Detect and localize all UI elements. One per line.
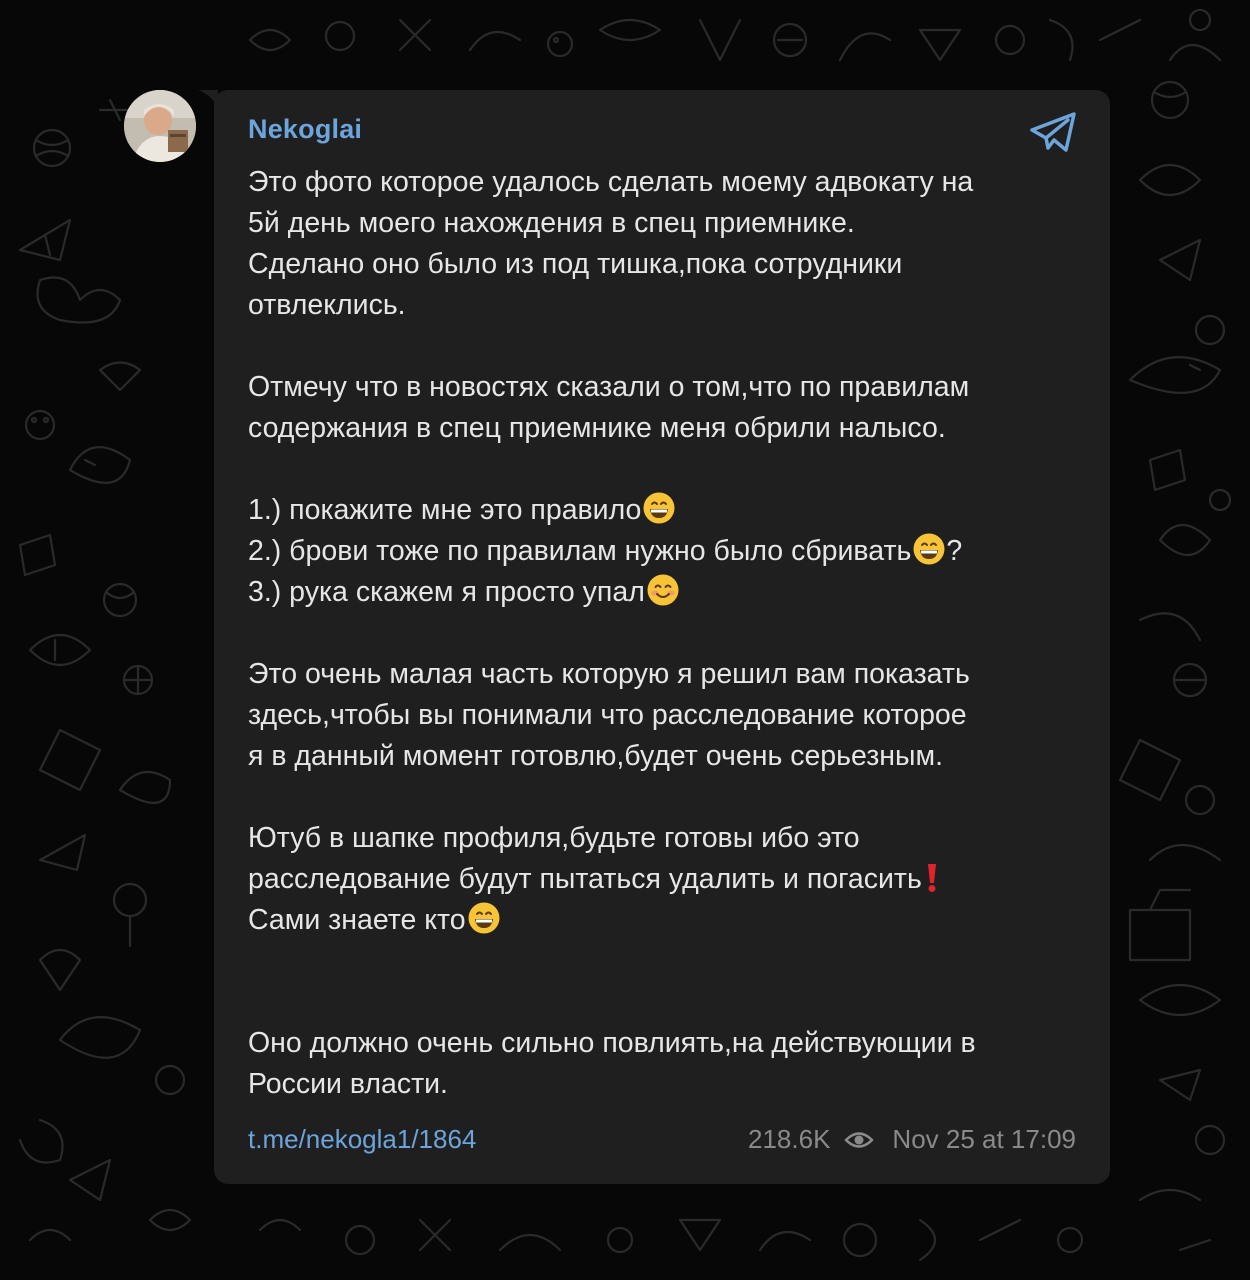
grinning-face-emoji-icon (642, 491, 676, 525)
message-line: Это фото которое удалось сделать моему а… (248, 166, 974, 198)
message-line-text: расследование будут пытаться удалить и п… (248, 863, 922, 895)
list-item-suffix: ? (946, 535, 963, 567)
message-line: здесь,чтобы вы понимали что расследовани… (248, 699, 967, 731)
message-footer: t.me/nekogla1/1864 218.6K Nov 25 at 17:0… (248, 1124, 1076, 1158)
list-item: 3.) рука скажем я просто упал (248, 572, 1088, 613)
message-line: Оно должно очень сильно повлиять,на дейс… (248, 1027, 976, 1059)
list-item-text: 2.) брови тоже по правилам нужно было сб… (248, 535, 912, 567)
message-meta: 218.6K Nov 25 at 17:09 (748, 1124, 1076, 1155)
message-line: расследование будут пытаться удалить и п… (248, 859, 1088, 900)
list-item-text: 3.) рука скажем я просто упал (248, 576, 645, 608)
message-line: 5й день моего нахождения в спец приемник… (248, 207, 855, 239)
view-count: 218.6K (748, 1124, 831, 1154)
post-link[interactable]: t.me/nekogla1/1864 (248, 1124, 476, 1155)
message-line-text: Сами знаете кто (248, 904, 466, 936)
grinning-face-emoji-icon (467, 901, 501, 935)
channel-name[interactable]: Nekoglai (248, 114, 362, 145)
message-text: Это фото которое удалось сделать моему а… (248, 162, 1088, 1105)
list-item-text: 1.) покажите мне это правило (248, 494, 642, 526)
message-line: Сами знаете кто (248, 900, 1088, 941)
list-item: 2.) брови тоже по правилам нужно было сб… (248, 531, 1088, 572)
channel-avatar[interactable] (124, 90, 196, 162)
message-line: Это очень малая часть которую я решил ва… (248, 658, 970, 690)
message-line: содержания в спец приемнике меня обрили … (248, 412, 946, 444)
smiling-face-emoji-icon (646, 573, 680, 607)
eye-icon (845, 1131, 874, 1148)
red-exclamation-emoji-icon (923, 860, 941, 894)
message-line: Отмечу что в новостях сказали о том,что … (248, 371, 970, 403)
message-timestamp: Nov 25 at 17:09 (892, 1124, 1076, 1154)
grinning-face-emoji-icon (912, 532, 946, 566)
message-line: Ютуб в шапке профиля,будьте готовы ибо э… (248, 822, 860, 854)
message-bubble: Nekoglai Это фото которое удалось сделат… (214, 90, 1110, 1184)
message-line: я в данный момент готовлю,будет очень се… (248, 740, 944, 772)
telegram-share-icon[interactable] (1028, 110, 1080, 154)
message-line: России власти. (248, 1068, 448, 1100)
message-line: Сделано оно было из под тишка,пока сотру… (248, 248, 903, 280)
list-item: 1.) покажите мне это правило (248, 490, 1088, 531)
message-line: отвлеклись. (248, 289, 406, 321)
